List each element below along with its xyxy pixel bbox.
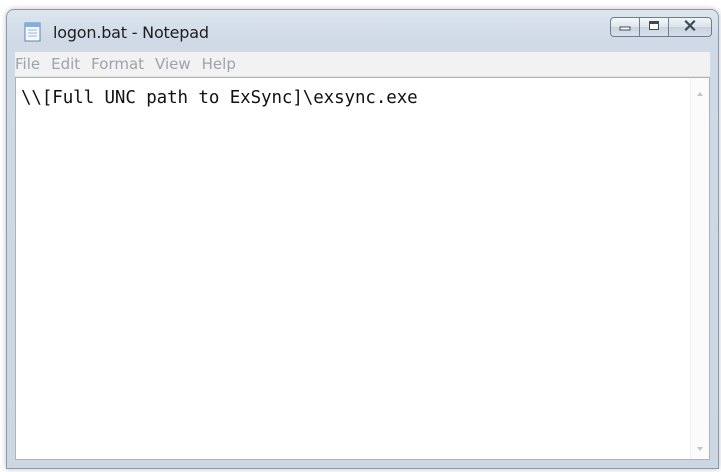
scroll-down-arrow-icon[interactable] — [695, 441, 705, 451]
menu-edit[interactable]: Edit — [51, 55, 89, 73]
close-icon — [684, 18, 696, 36]
menu-view[interactable]: View — [155, 55, 200, 73]
minimize-icon — [619, 18, 631, 36]
notepad-window: logon.bat - Notepad File Edit Format Vie… — [6, 9, 719, 469]
menu-help[interactable]: Help — [202, 55, 245, 73]
menu-file[interactable]: File — [15, 55, 49, 73]
text-editor[interactable]: \\[Full UNC path to ExSync]\exsync.exe — [15, 77, 710, 460]
window-title: logon.bat - Notepad — [53, 23, 209, 42]
minimize-button[interactable] — [610, 17, 640, 37]
scroll-up-arrow-icon[interactable] — [695, 86, 705, 96]
close-button[interactable] — [668, 17, 712, 37]
maximize-button[interactable] — [639, 17, 669, 37]
title-bar[interactable]: logon.bat - Notepad — [7, 10, 718, 52]
notepad-icon — [23, 21, 43, 43]
menu-bar: File Edit Format View Help — [15, 52, 710, 77]
window-controls — [610, 17, 712, 39]
menu-format[interactable]: Format — [91, 55, 153, 73]
vertical-scrollbar[interactable] — [690, 78, 709, 459]
maximize-icon — [648, 18, 660, 36]
editor-content[interactable]: \\[Full UNC path to ExSync]\exsync.exe — [21, 88, 685, 108]
